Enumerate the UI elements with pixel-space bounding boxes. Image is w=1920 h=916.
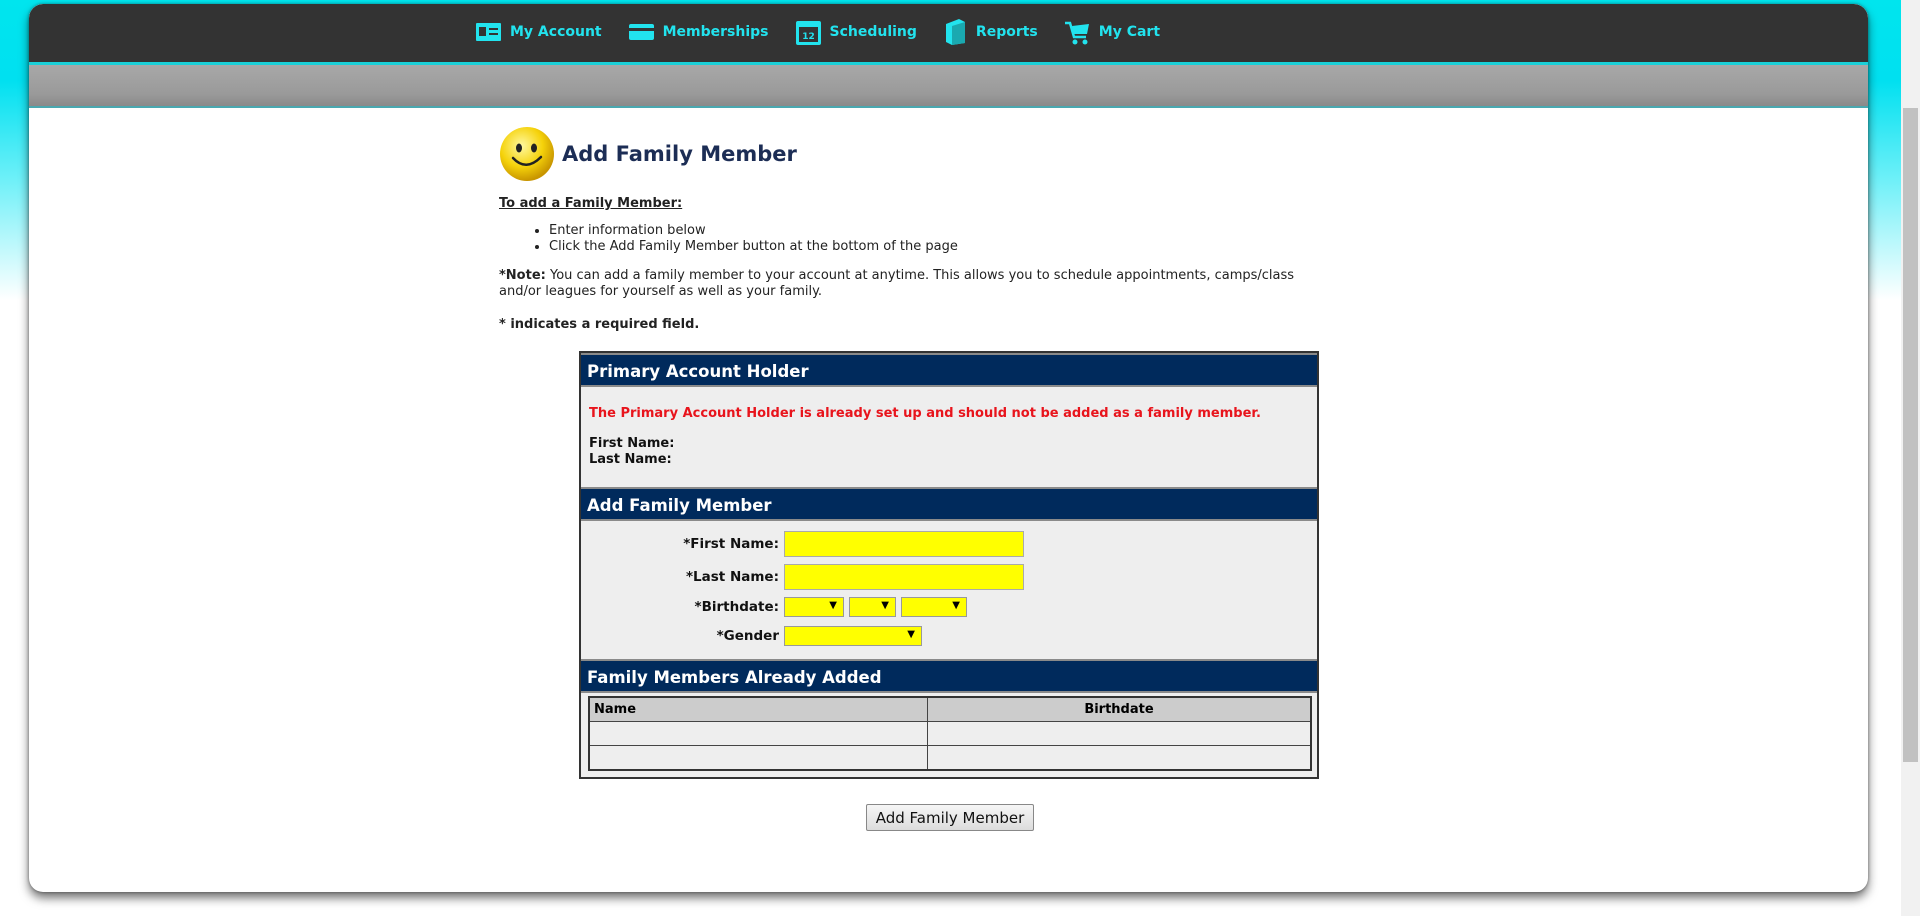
- nav-label: Reports: [975, 24, 1038, 40]
- primary-warning: The Primary Account Holder is already se…: [589, 406, 1261, 421]
- instructions-list: Enter information below Click the Add Fa…: [499, 223, 1359, 255]
- family-member-form: Primary Account Holder The Primary Accou…: [579, 351, 1319, 779]
- main-content: Add Family Member To add a Family Member…: [499, 124, 1359, 332]
- nav-memberships[interactable]: Memberships: [628, 18, 769, 46]
- primary-first-name-label: First Name:: [589, 436, 675, 451]
- table-row: [588, 745, 1312, 771]
- table-header-row: Name Birthdate: [588, 696, 1312, 722]
- nav-label: My Cart: [1098, 24, 1161, 40]
- section-header-primary: Primary Account Holder: [581, 353, 1317, 387]
- gender-row: *Gender: [581, 626, 927, 646]
- nav-scheduling[interactable]: 12 Scheduling: [795, 18, 917, 46]
- nav-label: Memberships: [662, 24, 769, 40]
- primary-last-name-label: Last Name:: [589, 452, 672, 467]
- first-name-label: *First Name:: [683, 536, 779, 552]
- page-title: Add Family Member: [562, 142, 797, 166]
- calendar-icon: 12: [795, 21, 821, 45]
- nav-my-account[interactable]: My Account: [475, 18, 602, 46]
- birthdate-label: *Birthdate:: [694, 599, 779, 615]
- first-name-field[interactable]: [784, 531, 1024, 557]
- last-name-row: *Last Name:: [581, 564, 1024, 590]
- birth-day-select[interactable]: [849, 597, 896, 617]
- birth-month-select[interactable]: [784, 597, 844, 617]
- id-card-icon: [476, 23, 501, 41]
- required-field-note: * indicates a required field.: [499, 317, 700, 332]
- page-header: Add Family Member: [499, 124, 1359, 184]
- table-row: [588, 721, 1312, 746]
- gender-label: *Gender: [716, 628, 779, 644]
- smiley-icon: [500, 127, 554, 181]
- note-body: You can add a family member to your acco…: [499, 268, 1295, 299]
- family-members-table: Name Birthdate: [588, 696, 1312, 771]
- instruction-item: Click the Add Family Member button at th…: [549, 239, 1359, 255]
- sub-navigation-bar: [29, 65, 1868, 108]
- column-header-name: Name: [588, 696, 928, 722]
- scrollbar-thumb[interactable]: [1903, 108, 1918, 762]
- calendar-day: 12: [802, 32, 815, 42]
- nav-reports[interactable]: Reports: [943, 18, 1038, 46]
- birth-year-select[interactable]: [901, 597, 967, 617]
- table-cell: [927, 745, 1312, 771]
- card-icon: [628, 24, 654, 40]
- last-name-field[interactable]: [784, 564, 1024, 590]
- nav-my-cart[interactable]: My Cart: [1064, 18, 1160, 46]
- main-nav: My Account Memberships 12 Scheduling Rep…: [475, 18, 1186, 46]
- last-name-label: *Last Name:: [686, 569, 779, 585]
- top-navigation-bar: My Account Memberships 12 Scheduling Rep…: [29, 4, 1868, 65]
- nav-label: My Account: [510, 24, 602, 40]
- table-cell: [927, 721, 1312, 746]
- note-label: *Note:: [499, 268, 546, 283]
- table-cell: [588, 745, 928, 771]
- column-header-birthdate: Birthdate: [927, 696, 1312, 722]
- first-name-row: *First Name:: [581, 531, 1024, 557]
- instructions-title: To add a Family Member:: [499, 196, 683, 211]
- book-icon: [945, 19, 965, 45]
- section-header-add-member: Add Family Member: [581, 487, 1317, 521]
- vertical-scrollbar[interactable]: [1901, 0, 1920, 916]
- instruction-item: Enter information below: [549, 223, 1359, 239]
- nav-label: Scheduling: [829, 24, 917, 40]
- birthdate-row: *Birthdate:: [581, 597, 972, 617]
- section-header-family-list: Family Members Already Added: [581, 659, 1317, 693]
- gender-select[interactable]: [784, 626, 922, 646]
- note-text: *Note: You can add a family member to yo…: [499, 268, 1339, 300]
- cart-icon: [1064, 21, 1089, 45]
- add-family-member-button[interactable]: Add Family Member: [866, 804, 1034, 831]
- table-cell: [588, 721, 928, 746]
